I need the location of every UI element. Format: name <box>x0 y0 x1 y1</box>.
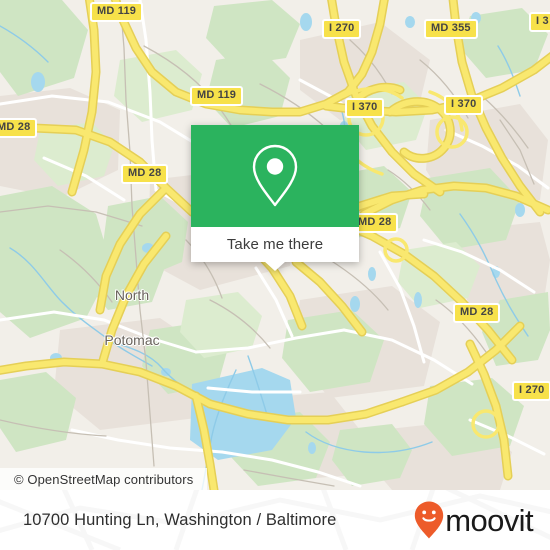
shield-md-28-right[interactable]: MD 28 <box>453 303 501 323</box>
destination-popup-card[interactable]: Take me there <box>191 125 359 271</box>
footer-bar: 10700 Hunting Ln, Washington / Baltimore… <box>0 490 550 550</box>
shield-i-270-top[interactable]: I 270 <box>322 19 362 39</box>
place-label-line2: Potomac <box>104 332 160 348</box>
place-label-line1: North <box>114 287 150 303</box>
popup-icon-area <box>191 125 359 227</box>
popup-pointer <box>264 261 286 271</box>
shield-md-355-top[interactable]: MD 355 <box>424 19 478 39</box>
shield-md-28-upper[interactable]: MD 28 <box>121 164 169 184</box>
shield-i-270-bottom[interactable]: I 270 <box>512 381 550 401</box>
map-pin-icon <box>252 144 298 207</box>
popup-action-area[interactable]: Take me there <box>191 227 359 271</box>
map-label-north-potomac: North Potomac <box>96 258 168 378</box>
shield-i-370-edge[interactable]: I 3 <box>529 12 550 32</box>
shield-md-119-top[interactable]: MD 119 <box>90 2 144 22</box>
address-label: 10700 Hunting Ln, Washington / Baltimore <box>23 510 337 529</box>
shield-md-28-left[interactable]: MD 28 <box>0 118 38 138</box>
take-me-there-button[interactable]: Take me there <box>227 236 323 253</box>
shield-i-370-right[interactable]: I 370 <box>444 95 484 115</box>
moovit-wordmark: moovit <box>445 502 533 538</box>
moovit-brand-logo[interactable]: moovit <box>414 501 534 539</box>
shield-i-370-left[interactable]: I 370 <box>345 98 385 118</box>
map-attribution[interactable]: © OpenStreetMap contributors <box>0 468 208 490</box>
moovit-pin-smile-icon <box>415 501 444 539</box>
attribution-text: © OpenStreetMap contributors <box>14 471 194 487</box>
shield-md-119-mid[interactable]: MD 119 <box>190 86 244 106</box>
map-canvas[interactable]: North Potomac MD 119 I 270 MD 355 I 3 MD… <box>0 0 550 490</box>
moovit-map-screenshot: North Potomac MD 119 I 270 MD 355 I 3 MD… <box>0 0 550 550</box>
